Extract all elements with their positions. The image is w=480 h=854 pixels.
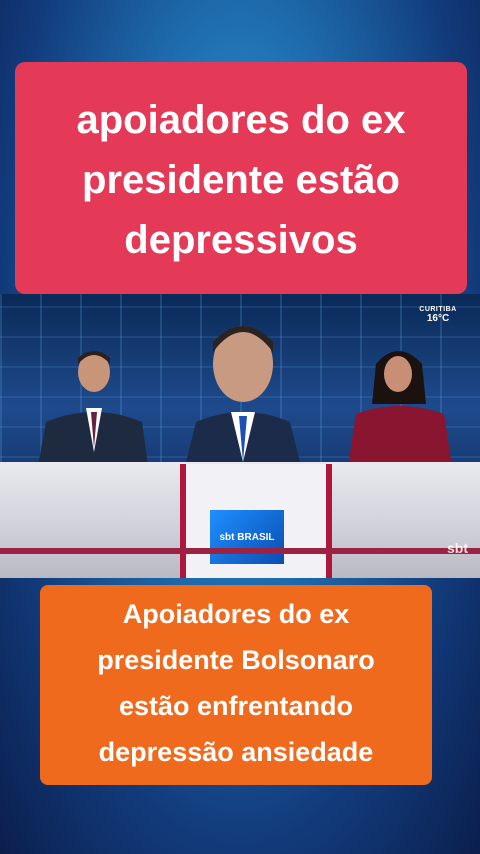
top-caption-line-3: depressivos	[124, 218, 358, 262]
top-caption-box: apoiadores do ex presidente estão depres…	[15, 62, 467, 294]
sbt-watermark: sbt	[447, 540, 468, 556]
male-anchor	[38, 351, 148, 466]
weather-city: CURITIBA	[419, 306, 457, 313]
portrait-on-screen	[186, 326, 300, 462]
desk-stripe	[0, 548, 480, 554]
bottom-caption-line-2: presidente Bolsonaro	[97, 645, 375, 675]
bottom-caption-box: Apoiadores do ex presidente Bolsonaro es…	[40, 585, 432, 785]
weather-temp: 16°C	[426, 313, 450, 324]
bottom-caption-line-1: Apoiadores do ex	[122, 599, 350, 629]
top-caption-line-1: apoiadores do ex	[76, 98, 406, 142]
weather-widget: CURITIBA 16°C	[418, 306, 458, 324]
bottom-caption-line-4: depressão ansiedade	[98, 737, 374, 767]
sbt-brasil-logo-text: sbt BRASIL	[219, 531, 275, 543]
female-anchor	[348, 351, 452, 466]
top-caption-text: apoiadores do ex presidente estão depres…	[15, 90, 467, 270]
sbt-brasil-logo: sbt BRASIL	[210, 510, 284, 564]
news-video-frame[interactable]: CURITIBA 16°C sbt BRASIL sbt	[0, 294, 480, 578]
top-caption-line-2: presidente estão	[82, 158, 400, 202]
bottom-caption-text: Apoiadores do ex presidente Bolsonaro es…	[40, 591, 432, 775]
bottom-caption-line-3: estão enfrentando	[118, 691, 354, 721]
